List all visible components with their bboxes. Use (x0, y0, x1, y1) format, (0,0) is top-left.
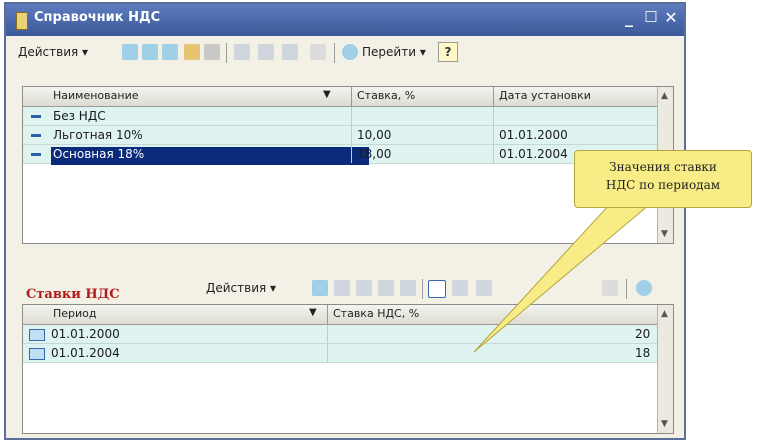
goto-label: Перейти (362, 45, 416, 59)
row-date: 01.01.2000 (499, 128, 568, 142)
column-divider (351, 87, 352, 106)
toolbar-separator (334, 43, 335, 63)
window-icon (16, 12, 28, 30)
scroll-up-icon[interactable]: ▲ (661, 309, 668, 319)
add-icon[interactable] (312, 280, 328, 296)
help-button[interactable]: ? (438, 42, 458, 62)
filter-icon[interactable] (234, 44, 250, 60)
row-element-icon (31, 134, 41, 137)
minimize-button[interactable]: _ (618, 8, 640, 27)
cell-divider (493, 126, 494, 144)
sort-arrow-icon: ▼ (309, 307, 317, 318)
row-element-icon (31, 115, 41, 118)
rates-toolbar: Действия ▾ (6, 274, 686, 304)
table-row[interactable]: 01.01.2000 20 (23, 325, 673, 344)
vertical-scrollbar[interactable]: ▲ ▼ (657, 305, 673, 433)
cell-divider (327, 344, 328, 362)
table-row[interactable]: 01.01.2004 18 (23, 344, 673, 363)
column-header-name[interactable]: Наименование (53, 89, 138, 102)
record-icon (29, 329, 45, 341)
row-name: Основная 18% (53, 147, 145, 161)
sort-icon[interactable] (282, 44, 298, 60)
delete-icon[interactable] (378, 280, 394, 296)
scroll-down-icon[interactable]: ▼ (661, 419, 668, 429)
add-group-icon[interactable] (142, 44, 158, 60)
toolbar-separator (626, 279, 627, 299)
column-header-date[interactable]: Дата установки (499, 89, 591, 102)
disable-filter-icon[interactable] (310, 44, 326, 60)
edit-icon[interactable] (204, 44, 220, 60)
record-icon (29, 348, 45, 360)
copy-icon[interactable] (334, 280, 350, 296)
row-period: 01.01.2000 (51, 327, 120, 341)
column-header-rate[interactable]: Ставка, % (357, 89, 415, 102)
actions-label: Действия (18, 45, 79, 59)
rates-actions-label: Действия (206, 281, 267, 295)
window-title: Справочник НДС (34, 10, 161, 25)
row-period: 01.01.2004 (51, 346, 120, 360)
callout-line-2: НДС по периодам (605, 178, 721, 192)
table-row[interactable]: Льготная 10% 10,00 01.01.2000 (23, 126, 673, 145)
rates-history-table[interactable]: Период ▼ Ставка НДС, % 01.01.2000 20 01.… (22, 304, 674, 434)
sort-arrow-icon: ▼ (323, 89, 331, 100)
row-rate: 20 (635, 327, 651, 341)
cell-divider (351, 145, 352, 163)
cell-divider (493, 145, 494, 163)
column-divider (327, 305, 328, 324)
main-toolbar: Действия ▾ Перейти ▾ ? (12, 38, 672, 68)
cell-divider (351, 126, 352, 144)
callout-line-1: Значения ставки (609, 160, 717, 174)
hierarchy-icon[interactable] (258, 44, 274, 60)
row-date: 01.01.2004 (499, 147, 568, 161)
toolbar-separator (422, 279, 423, 299)
add-icon[interactable] (122, 44, 138, 60)
cell-divider (493, 107, 494, 125)
rates-actions-menu-button[interactable]: Действия ▾ (206, 278, 276, 298)
row-name: Льготная 10% (53, 128, 143, 142)
table-header: Период ▼ Ставка НДС, % (23, 305, 673, 325)
row-element-icon (31, 153, 41, 156)
disable-filter-icon[interactable] (602, 280, 618, 296)
cell-divider (327, 325, 328, 343)
toolbar-separator (226, 43, 227, 63)
column-header-period[interactable]: Период (53, 307, 97, 320)
close-button[interactable]: ✕ (660, 8, 682, 27)
title-bar: Справочник НДС _ □ ✕ (6, 4, 684, 36)
row-rate: 18,00 (357, 147, 392, 161)
row-name: Без НДС (53, 109, 106, 123)
edit-icon[interactable] (356, 280, 372, 296)
row-rate: 10,00 (357, 128, 392, 142)
copy-icon[interactable] (162, 44, 178, 60)
table-header: Наименование ▼ Ставка, % Дата установки (23, 87, 673, 107)
callout-annotation: Значения ставки НДС по периодам (574, 150, 752, 208)
sort-icon[interactable] (476, 280, 492, 296)
goto-menu-button[interactable]: Перейти ▾ (362, 42, 426, 62)
cell-divider (351, 107, 352, 125)
refresh-icon[interactable] (342, 44, 358, 60)
callout-text: Значения ставки НДС по периодам (574, 158, 752, 194)
set-interval-icon[interactable] (428, 280, 446, 298)
refresh-icon[interactable] (636, 280, 652, 296)
maximize-button[interactable]: □ (640, 8, 662, 24)
post-icon[interactable] (400, 280, 416, 296)
mark-delete-icon[interactable] (184, 44, 200, 60)
actions-menu-button[interactable]: Действия ▾ (18, 42, 88, 62)
column-header-rate[interactable]: Ставка НДС, % (333, 307, 419, 320)
scroll-up-icon[interactable]: ▲ (661, 91, 668, 101)
filter-icon[interactable] (452, 280, 468, 296)
scroll-down-icon[interactable]: ▼ (661, 229, 668, 239)
reference-window: Справочник НДС _ □ ✕ Действия ▾ Перейти … (4, 2, 686, 440)
column-divider (493, 87, 494, 106)
row-rate: 18 (635, 346, 651, 360)
table-row[interactable]: Без НДС (23, 107, 673, 126)
